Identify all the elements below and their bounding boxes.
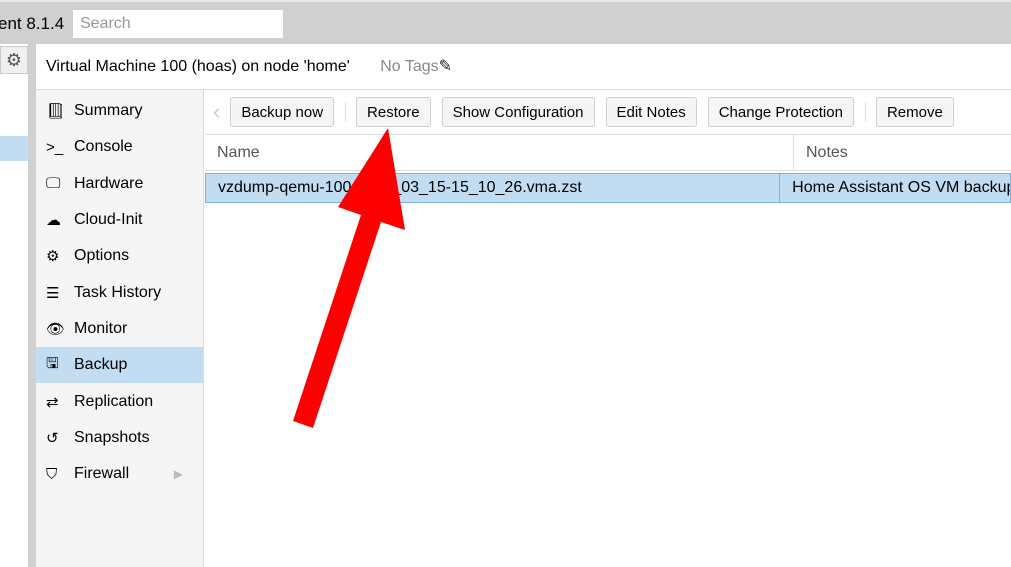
nav-label: Cloud-Init [74, 211, 143, 229]
book-icon: 📕︎ [46, 103, 66, 121]
column-header-notes[interactable]: Notes [794, 135, 848, 170]
nav-label: Hardware [74, 174, 144, 192]
nav-task-history[interactable]: ☰ Task History [36, 274, 203, 310]
nav-label: Monitor [74, 319, 128, 337]
column-header-name[interactable]: Name [205, 135, 794, 170]
version-label: ent 8.1.4 [0, 14, 65, 33]
search-input[interactable] [73, 10, 283, 38]
nav-label: Task History [74, 283, 162, 301]
nav-backup[interactable]: 🖫︎ Backup [36, 347, 203, 384]
nav-snapshots[interactable]: ↺ Snapshots [36, 420, 203, 456]
nav-label: Backup [74, 356, 128, 374]
tree-selected-item[interactable] [0, 136, 28, 161]
tags-edit[interactable]: No Tags✎ [380, 58, 452, 75]
change-protection-button[interactable]: Change Protection [707, 97, 854, 127]
cell-notes: Home Assistant OS VM backup [792, 179, 1010, 196]
nav-console[interactable]: >_ Console [36, 129, 203, 165]
nav-label: Replication [74, 392, 154, 410]
shield-icon: ⛉ [46, 465, 58, 483]
backup-now-button[interactable]: Backup now [230, 97, 335, 127]
top-bar: ent 8.1.4 [0, 0, 1011, 44]
cell-name: vzdump-qemu-100-2024_03_15-15_10_26.vma.… [206, 174, 781, 202]
scroll-left-icon[interactable]: ‹ [213, 99, 220, 125]
expand-arrow-icon[interactable]: ▶ [174, 467, 183, 481]
edit-notes-button[interactable]: Edit Notes [605, 97, 697, 127]
nav-summary[interactable]: 📕︎ Summary [36, 93, 203, 129]
toolbar-separator [345, 102, 347, 122]
nav-firewall[interactable]: ⛉ Firewall ▶ [36, 456, 203, 492]
resource-tree: ⚙ [0, 44, 28, 567]
nav-label: Firewall [74, 465, 130, 483]
tags-label: No Tags [380, 58, 439, 75]
grid-header: Name Notes [205, 135, 1011, 171]
nav-replication[interactable]: ⇄ Replication [36, 383, 203, 419]
list-icon: ☰ [46, 284, 60, 302]
remove-button[interactable]: Remove [875, 97, 954, 127]
restore-button[interactable]: Restore [356, 97, 431, 127]
gear-icon[interactable]: ⚙ [0, 46, 28, 74]
nav-label: Snapshots [74, 428, 150, 446]
toolbar: ‹ Backup now Restore Show Configuration … [205, 90, 1011, 135]
nav-label: Options [74, 247, 130, 265]
main-panel: Virtual Machine 100 (hoas) on node 'home… [36, 44, 1011, 567]
gear-icon: ⚙ [46, 248, 60, 266]
nav-cloud-init[interactable]: ☁ Cloud-Init [36, 202, 203, 238]
nav-monitor[interactable]: 👁︎ Monitor [36, 311, 203, 347]
nav-label: Console [74, 138, 133, 156]
backup-content: ‹ Backup now Restore Show Configuration … [205, 90, 1011, 567]
nav-options[interactable]: ⚙ Options [36, 238, 203, 274]
show-configuration-button[interactable]: Show Configuration [441, 97, 595, 127]
table-row[interactable]: vzdump-qemu-100-2024_03_15-15_10_26.vma.… [205, 173, 1011, 203]
page-title: Virtual Machine 100 (hoas) on node 'home… [46, 58, 350, 75]
pencil-icon: ✎ [438, 58, 453, 75]
nav-hardware[interactable]: 🖵︎ Hardware [36, 166, 203, 202]
retweet-icon: ⇄ [46, 393, 59, 411]
terminal-icon: >_ [46, 138, 64, 156]
history-icon: ↺ [46, 429, 59, 447]
desktop-icon: 🖵︎ [46, 175, 61, 193]
cloud-icon: ☁ [46, 212, 61, 230]
vm-nav: 📕︎ Summary >_ Console 🖵︎ Hardware ☁ Cloud-In… [36, 90, 204, 567]
nav-label: Summary [74, 102, 143, 120]
eye-icon: 👁︎ [46, 320, 66, 338]
toolbar-separator [864, 102, 866, 122]
panel-header: Virtual Machine 100 (hoas) on node 'home… [36, 44, 1011, 90]
floppy-icon: 🖫︎ [46, 354, 59, 372]
